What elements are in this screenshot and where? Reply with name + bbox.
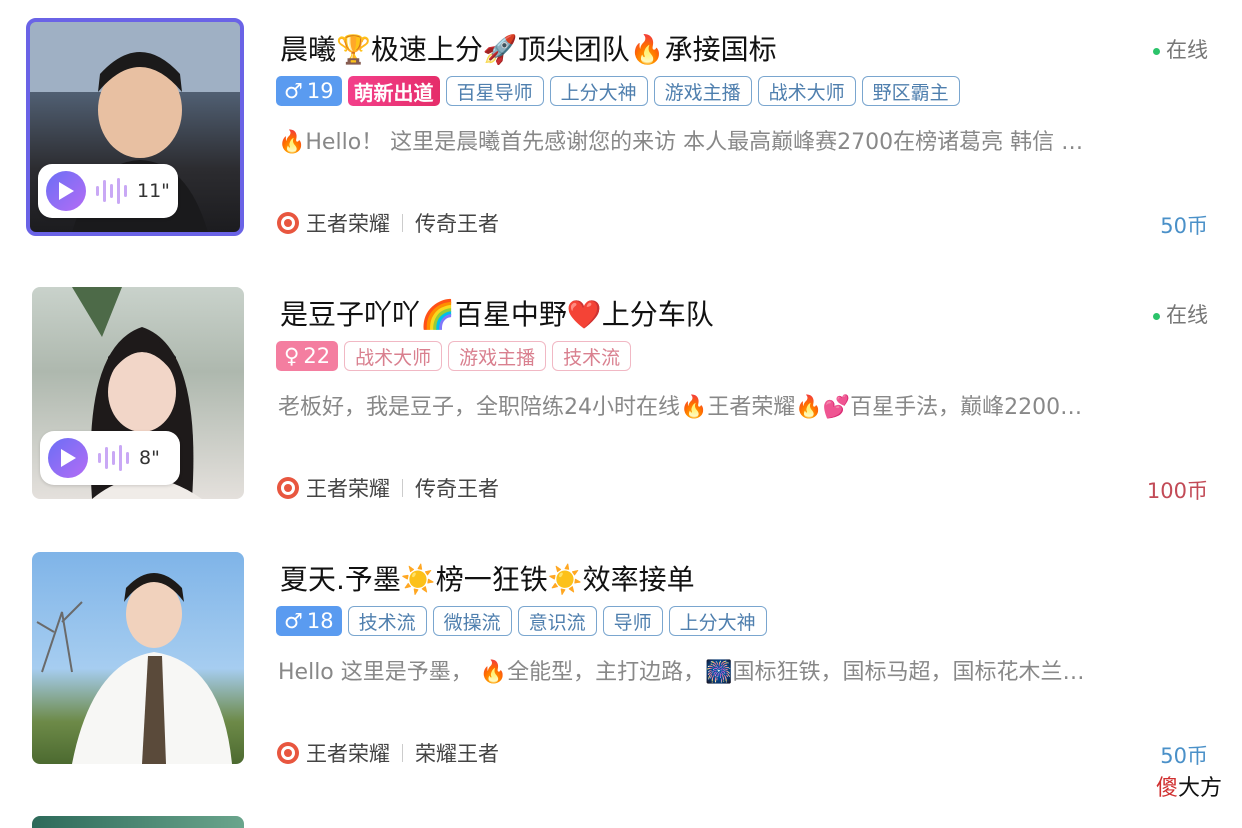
skill-tag: 百星导师 bbox=[445, 76, 544, 106]
player-description: 🔥Hello！ 这里是晨曦首先感谢您的来访 本人最高巅峰赛2700在榜诸葛亮 韩… bbox=[278, 130, 1084, 155]
game-info: 王者荣耀 荣耀王者 bbox=[276, 738, 499, 768]
gender-age-badge: ♂ 18 bbox=[276, 606, 342, 636]
game-name: 王者荣耀 bbox=[306, 742, 390, 766]
avatar[interactable]: 8" bbox=[32, 287, 244, 499]
skill-tag: 游戏主播 bbox=[448, 341, 547, 371]
online-status: 在线 bbox=[1153, 299, 1208, 329]
skill-tag: 游戏主播 bbox=[653, 76, 752, 106]
voice-duration: 11" bbox=[137, 180, 170, 202]
skill-tag: 战术大师 bbox=[344, 341, 443, 371]
skill-tag: 上分大神 bbox=[668, 606, 767, 636]
tag-row: ♂ 18 技术流 微操流 意识流 导师 上分大神 bbox=[276, 606, 767, 636]
game-name: 王者荣耀 bbox=[306, 477, 390, 501]
skill-tag: 意识流 bbox=[517, 606, 597, 636]
game-name: 王者荣耀 bbox=[306, 212, 390, 236]
rank-label: 传奇王者 bbox=[415, 477, 499, 501]
waveform-icon bbox=[98, 444, 129, 472]
avatar[interactable]: 11" bbox=[26, 18, 244, 236]
divider bbox=[402, 744, 403, 762]
skill-tag: 微操流 bbox=[432, 606, 512, 636]
person-photo bbox=[36, 573, 232, 764]
price-label: 50币 bbox=[1160, 744, 1208, 768]
player-description: Hello 这里是予墨， 🔥全能型，主打边路，🎆国标狂铁，国标马超，国标花木兰… bbox=[278, 660, 1085, 685]
game-target-icon bbox=[277, 742, 299, 764]
game-target-icon bbox=[277, 212, 299, 234]
play-icon bbox=[46, 171, 86, 211]
player-name: 是豆子吖吖🌈百星中野❤️上分车队 bbox=[280, 298, 714, 331]
online-status: 在线 bbox=[1153, 34, 1208, 64]
avatar[interactable] bbox=[32, 552, 244, 764]
female-icon: ♀ bbox=[284, 344, 300, 368]
gender-age-badge: ♀ 22 bbox=[276, 341, 339, 371]
listing-card[interactable]: 11" 晨曦🏆极速上分🚀顶尖团队🔥承接国标 在线 ♂ 19 萌新出道 百星导师 上… bbox=[0, 18, 1242, 285]
online-dot-icon bbox=[1153, 47, 1160, 55]
player-name: 晨曦🏆极速上分🚀顶尖团队🔥承接国标 bbox=[280, 33, 777, 66]
voice-intro-button[interactable]: 11" bbox=[38, 164, 178, 218]
skill-tag: 技术流 bbox=[552, 341, 632, 371]
rank-label: 传奇王者 bbox=[415, 212, 499, 236]
voice-duration: 8" bbox=[139, 447, 160, 469]
player-name: 夏天.予墨☀️榜一狂铁☀️效率接单 bbox=[280, 563, 695, 596]
skill-tag: 战术大师 bbox=[757, 76, 856, 106]
listing-card-partial[interactable] bbox=[32, 816, 244, 828]
rank-label: 荣耀王者 bbox=[415, 742, 499, 766]
newbie-badge: 萌新出道 bbox=[347, 76, 440, 106]
listing-card[interactable]: 8" 是豆子吖吖🌈百星中野❤️上分车队 在线 ♀ 22 战术大师 游戏主播 技术流… bbox=[0, 287, 1242, 552]
divider bbox=[402, 479, 403, 497]
price-label: 100币 bbox=[1146, 479, 1208, 503]
gender-age-badge: ♂ 19 bbox=[276, 76, 342, 106]
male-icon: ♂ bbox=[284, 609, 303, 633]
watermark: 傻大方 bbox=[1155, 776, 1222, 801]
skill-tag: 野区霸主 bbox=[861, 76, 960, 106]
game-info: 王者荣耀 传奇王者 bbox=[276, 473, 499, 503]
male-icon: ♂ bbox=[284, 79, 303, 103]
tag-row: ♂ 19 萌新出道 百星导师 上分大神 游戏主播 战术大师 野区霸主 bbox=[276, 76, 960, 106]
game-target-icon bbox=[277, 477, 299, 499]
tag-row: ♀ 22 战术大师 游戏主播 技术流 bbox=[276, 341, 632, 371]
skill-tag: 技术流 bbox=[347, 606, 427, 636]
game-info: 王者荣耀 传奇王者 bbox=[276, 208, 499, 238]
online-dot-icon bbox=[1153, 312, 1160, 320]
skill-tag: 上分大神 bbox=[549, 76, 648, 106]
listing-card[interactable]: 夏天.予墨☀️榜一狂铁☀️效率接单 ♂ 18 技术流 微操流 意识流 导师 上分大… bbox=[0, 552, 1242, 817]
play-icon bbox=[48, 438, 88, 478]
voice-intro-button[interactable]: 8" bbox=[40, 431, 180, 485]
player-description: 老板好，我是豆子，全职陪练24小时在线🔥王者荣耀🔥💕百星手法，巅峰2200… bbox=[278, 395, 1083, 420]
skill-tag: 导师 bbox=[602, 606, 663, 636]
waveform-icon bbox=[96, 177, 127, 205]
divider bbox=[402, 214, 403, 232]
price-label: 50币 bbox=[1160, 214, 1208, 238]
